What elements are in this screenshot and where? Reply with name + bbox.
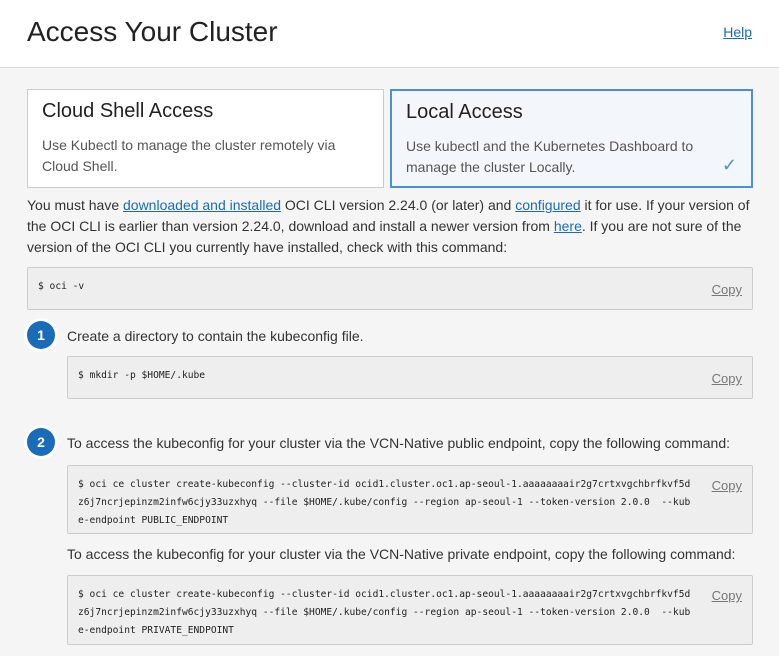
card-title: Local Access (406, 101, 523, 123)
page-title: Access Your Cluster (27, 16, 278, 47)
copy-button[interactable]: Copy (712, 587, 742, 605)
intro-text-part: OCI CLI version 2.24.0 (or later) and (281, 197, 516, 213)
step-1-text: Create a directory to contain the kubeco… (67, 328, 364, 344)
here-link[interactable]: here (554, 218, 582, 234)
copy-button[interactable]: Copy (712, 477, 742, 495)
code-text: $ oci ce cluster create-kubeconfig --clu… (78, 479, 691, 526)
intro-text: You must have downloaded and installed O… (27, 195, 753, 258)
local-access-card[interactable]: Local Access Use kubectl and the Kuberne… (390, 89, 753, 188)
step-number-1: 1 (27, 321, 55, 349)
code-block-mkdir: $ mkdir -p $HOME/.kube Copy (67, 356, 753, 399)
private-endpoint-text: To access the kubeconfig for your cluste… (67, 546, 736, 562)
code-block-public-endpoint: $ oci ce cluster create-kubeconfig --clu… (67, 465, 753, 534)
card-title: Cloud Shell Access (42, 100, 214, 122)
card-description: Use Kubectl to manage the cluster remote… (42, 137, 336, 174)
code-block-oci-version: $ oci -v Copy (27, 267, 753, 310)
intro-text-part: You must have (27, 197, 123, 213)
code-text: $ oci -v (38, 281, 85, 292)
copy-button[interactable]: Copy (712, 370, 742, 388)
code-text: $ mkdir -p $HOME/.kube (78, 370, 206, 381)
copy-button[interactable]: Copy (712, 281, 742, 299)
card-description: Use kubectl and the Kubernetes Dashboard… (406, 138, 694, 175)
code-text: $ oci ce cluster create-kubeconfig --clu… (78, 589, 691, 636)
configured-link[interactable]: configured (515, 197, 580, 213)
code-block-private-endpoint: $ oci ce cluster create-kubeconfig --clu… (67, 575, 753, 645)
help-link[interactable]: Help (723, 24, 752, 40)
checkmark-icon: ✓ (721, 155, 737, 175)
downloaded-installed-link[interactable]: downloaded and installed (123, 197, 281, 213)
step-2-text: To access the kubeconfig for your cluste… (67, 435, 731, 451)
page-header: Access Your Cluster Help (0, 0, 779, 68)
cloud-shell-access-card[interactable]: Cloud Shell Access Use Kubectl to manage… (27, 89, 384, 188)
step-number-2: 2 (27, 428, 55, 456)
